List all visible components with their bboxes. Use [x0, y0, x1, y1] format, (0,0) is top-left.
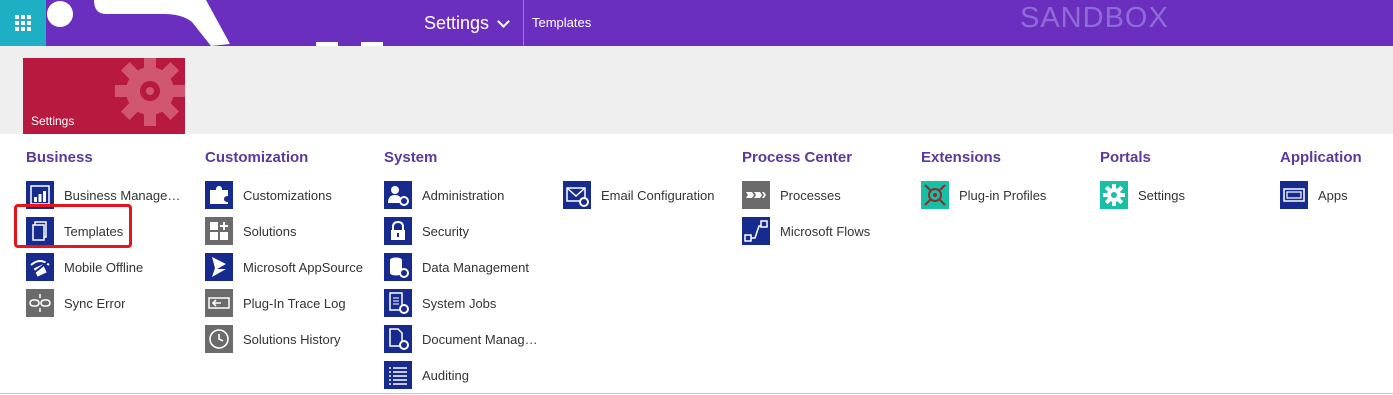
templates-highlight-box [14, 204, 132, 248]
group-system: System Administration Security Data Mana… [384, 149, 540, 395]
menu-item-solutions[interactable]: Solutions [205, 215, 363, 247]
flow-icon [742, 217, 770, 245]
mobile-offline-icon [26, 253, 54, 281]
app-launcher-button[interactable] [0, 0, 46, 46]
group-title-extensions: Extensions [921, 149, 1002, 166]
plugin-profiles-icon [921, 181, 949, 209]
system-jobs-icon [384, 289, 412, 317]
menu-item-label: System Jobs [422, 295, 497, 311]
menu-item-solutions-history[interactable]: Solutions History [205, 323, 363, 355]
menu-item-label: Solutions [243, 223, 297, 239]
data-management-icon [384, 253, 412, 281]
group-title-portals: Portals [1100, 149, 1151, 166]
menu-item-label: Solutions History [243, 331, 341, 347]
auditing-icon [384, 361, 412, 389]
gear-icon [115, 58, 185, 126]
nav-divider [523, 0, 524, 46]
administration-icon [384, 181, 412, 209]
menu-item-security[interactable]: Security [384, 215, 540, 247]
menu-item-apps[interactable]: Apps [1280, 179, 1362, 211]
gear-icon [1100, 181, 1128, 209]
menu-item-label: Sync Error [64, 295, 126, 311]
group-title-system: System [384, 149, 438, 166]
menu-item-mobile-offline[interactable]: Mobile Offline [26, 251, 188, 283]
menu-item-label: Email Configuration [601, 187, 715, 203]
menu-item-label: Apps [1318, 187, 1348, 203]
group-application: Application Apps [1280, 149, 1362, 215]
menu-item-sync-error[interactable]: Sync Error [26, 287, 188, 319]
group-title-business: Business [26, 149, 93, 166]
menu-item-microsoft-flows[interactable]: Microsoft Flows [742, 215, 870, 247]
group-portals: Portals Settings [1100, 149, 1185, 215]
menu-item-label: Security [422, 223, 469, 239]
menu-item-label: Plug-in Profiles [959, 187, 1047, 203]
settings-tile-label: Settings [31, 114, 75, 128]
menu-item-administration[interactable]: Administration [384, 179, 540, 211]
menu-item-label: Business Manageme... [64, 187, 188, 203]
nav-area-label: Settings [424, 12, 490, 33]
menu-item-label: Document Manage... [422, 331, 540, 347]
menu-item-plugin-trace-log[interactable]: Plug-In Trace Log [205, 287, 363, 319]
group-customization: Customization Customizations Solutions M… [205, 149, 363, 359]
area-navigation-dropdown[interactable]: Settings [424, 0, 510, 46]
menu-item-document-management[interactable]: Document Manage... [384, 323, 540, 355]
menu-item-system-jobs[interactable]: System Jobs [384, 287, 540, 319]
chevron-down-icon [497, 15, 510, 28]
document-management-icon [384, 325, 412, 353]
menu-item-microsoft-appsource[interactable]: Microsoft AppSource [205, 251, 363, 283]
group-extensions: Extensions Plug-in Profiles [921, 149, 1046, 215]
tile-strip: Settings [0, 46, 1393, 134]
menu-item-processes[interactable]: Processes [742, 179, 870, 211]
menu-item-plugin-profiles[interactable]: Plug-in Profiles [921, 179, 1046, 211]
group-process-center: Process Center Processes Microsoft Flows [742, 149, 870, 251]
menu-item-portal-settings[interactable]: Settings [1100, 179, 1185, 211]
menu-item-auditing[interactable]: Auditing [384, 359, 540, 391]
processes-icon [742, 181, 770, 209]
top-nav-bar: Settings Templates SANDBOX [0, 0, 1393, 46]
menu-item-label: Administration [422, 187, 505, 203]
email-config-icon [563, 181, 591, 209]
settings-tile[interactable]: Settings [23, 58, 185, 134]
menu-item-email-configuration[interactable]: Email Configuration [563, 179, 714, 211]
group-title-application: Application [1280, 149, 1362, 166]
sync-error-icon [26, 289, 54, 317]
apps-icon [1280, 181, 1308, 209]
solutions-icon [205, 217, 233, 245]
menu-item-label: Customizations [243, 187, 332, 203]
menu-item-label: Auditing [422, 367, 469, 383]
group-title-customization: Customization [205, 149, 309, 166]
menu-item-label: Plug-In Trace Log [243, 295, 346, 311]
menu-item-label: Microsoft AppSource [243, 259, 363, 275]
menu-item-label: Data Management [422, 259, 529, 275]
puzzle-icon [205, 181, 233, 209]
menu-item-customizations[interactable]: Customizations [205, 179, 363, 211]
menu-item-label: Microsoft Flows [780, 223, 871, 239]
bottom-divider [0, 393, 1393, 394]
trace-log-icon [205, 289, 233, 317]
menu-item-label: Settings [1138, 187, 1185, 203]
menu-item-label: Processes [780, 187, 841, 203]
menu-item-data-management[interactable]: Data Management [384, 251, 540, 283]
waffle-icon [15, 15, 31, 31]
breadcrumb-templates[interactable]: Templates [532, 0, 591, 46]
appsource-icon [205, 253, 233, 281]
group-title-process-center: Process Center [742, 149, 853, 166]
group-system-extra: Email Configuration [563, 179, 714, 215]
lock-icon [384, 217, 412, 245]
product-logo [47, 0, 383, 46]
history-icon [205, 325, 233, 353]
environment-label: SANDBOX [1020, 2, 1169, 34]
menu-item-label: Mobile Offline [64, 259, 144, 275]
